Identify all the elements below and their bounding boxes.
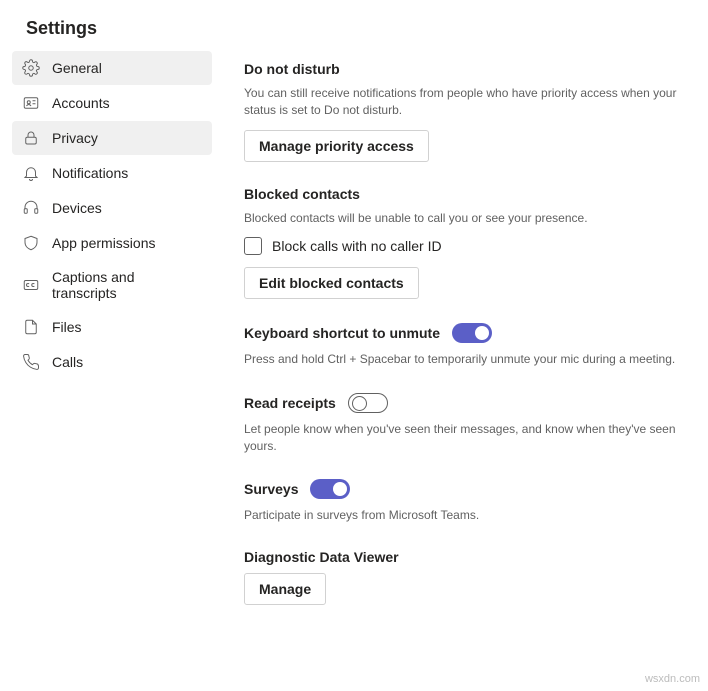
sidebar-item-label: Privacy	[52, 130, 98, 146]
surveys-toggle[interactable]	[310, 479, 350, 499]
section-title: Blocked contacts	[244, 186, 680, 202]
sidebar-item-privacy[interactable]: Privacy	[12, 121, 212, 155]
section-description: Participate in surveys from Microsoft Te…	[244, 507, 680, 524]
sidebar-item-label: Notifications	[52, 165, 128, 181]
sidebar-item-label: Files	[52, 319, 82, 335]
sidebar-item-label: Calls	[52, 354, 83, 370]
section-description: Blocked contacts will be unable to call …	[244, 210, 680, 227]
sidebar-item-captions[interactable]: Captions and transcripts	[12, 261, 212, 309]
sidebar-item-notifications[interactable]: Notifications	[12, 156, 212, 190]
sidebar-item-devices[interactable]: Devices	[12, 191, 212, 225]
section-description: You can still receive notifications from…	[244, 85, 680, 120]
sidebar-item-label: General	[52, 60, 102, 76]
block-no-caller-id-row[interactable]: Block calls with no caller ID	[244, 237, 680, 255]
section-title: Keyboard shortcut to unmute	[244, 325, 440, 341]
block-no-caller-id-checkbox[interactable]	[244, 237, 262, 255]
sidebar-item-accounts[interactable]: Accounts	[12, 86, 212, 120]
sidebar-item-label: App permissions	[52, 235, 156, 251]
sidebar-item-general[interactable]: General	[12, 51, 212, 85]
headset-icon	[22, 199, 40, 217]
section-title: Diagnostic Data Viewer	[244, 549, 680, 565]
gear-icon	[22, 59, 40, 77]
closed-caption-icon	[22, 276, 40, 294]
section-description: Let people know when you've seen their m…	[244, 421, 680, 456]
settings-content: Do not disturb You can still receive not…	[212, 51, 696, 629]
section-title: Do not disturb	[244, 61, 680, 77]
section-blocked-contacts: Blocked contacts Blocked contacts will b…	[244, 186, 680, 299]
section-title: Surveys	[244, 481, 298, 497]
sidebar-item-app-permissions[interactable]: App permissions	[12, 226, 212, 260]
section-surveys: Surveys Participate in surveys from Micr…	[244, 479, 680, 524]
watermark: wsxdn.com	[645, 673, 700, 685]
section-diagnostic-data: Diagnostic Data Viewer Manage	[244, 549, 680, 605]
sidebar-item-label: Devices	[52, 200, 102, 216]
manage-priority-access-button[interactable]: Manage priority access	[244, 130, 429, 162]
section-read-receipts: Read receipts Let people know when you'v…	[244, 393, 680, 456]
sidebar-item-label: Accounts	[52, 95, 110, 111]
keyboard-unmute-toggle[interactable]	[452, 323, 492, 343]
section-description: Press and hold Ctrl + Spacebar to tempor…	[244, 351, 680, 368]
bell-icon	[22, 164, 40, 182]
diagnostic-manage-button[interactable]: Manage	[244, 573, 326, 605]
edit-blocked-contacts-button[interactable]: Edit blocked contacts	[244, 267, 419, 299]
section-keyboard-unmute: Keyboard shortcut to unmute Press and ho…	[244, 323, 680, 368]
sidebar-item-calls[interactable]: Calls	[12, 345, 212, 379]
shield-icon	[22, 234, 40, 252]
checkbox-label: Block calls with no caller ID	[272, 238, 442, 254]
read-receipts-toggle[interactable]	[348, 393, 388, 413]
sidebar: General Accounts Privacy Notifications D	[12, 51, 212, 629]
section-title: Read receipts	[244, 395, 336, 411]
phone-icon	[22, 353, 40, 371]
section-do-not-disturb: Do not disturb You can still receive not…	[244, 61, 680, 162]
file-icon	[22, 318, 40, 336]
page-title: Settings	[0, 0, 708, 51]
sidebar-item-files[interactable]: Files	[12, 310, 212, 344]
id-card-icon	[22, 94, 40, 112]
lock-icon	[22, 129, 40, 147]
sidebar-item-label: Captions and transcripts	[52, 269, 202, 301]
